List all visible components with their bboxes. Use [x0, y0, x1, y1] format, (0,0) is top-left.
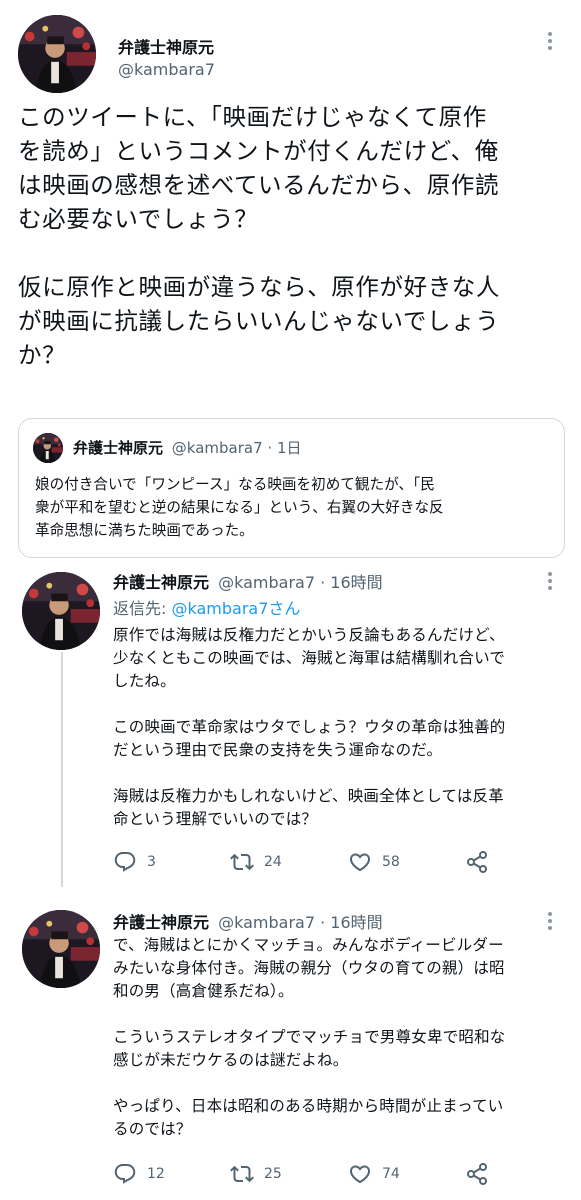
like-action[interactable]: 58 [348, 850, 400, 874]
reply-to-label: 返信先: [113, 599, 172, 618]
like-count: 58 [382, 854, 400, 870]
display-name[interactable]: 弁護士神原元 [113, 573, 209, 592]
like-icon [349, 1165, 371, 1184]
retweet-count: 24 [264, 854, 282, 870]
main-tweet: 弁護士神原元 @kambara7 このツイートに、「映画だけじゃなくて原作 を読… [0, 0, 581, 415]
quoted-tweet[interactable]: 弁護士神原元 @kambara7 · 1日 娘の付き合いで「ワンピース」なる映画… [18, 418, 565, 558]
tweet-text: で、海賊はとにかくマッチョ。みんなボディービルダー みたいな身体付き。海賊の親分… [113, 936, 506, 1138]
like-action[interactable]: 74 [348, 1162, 400, 1186]
share-icon [467, 851, 487, 873]
share-icon [467, 1163, 487, 1185]
reply-action[interactable]: 12 [113, 1162, 165, 1186]
retweet-count: 25 [264, 1166, 282, 1182]
avatar[interactable] [22, 572, 100, 650]
handle-time[interactable]: @kambara7 · 16時間 [218, 913, 383, 932]
display-name[interactable]: 弁護士神原元 [118, 34, 214, 58]
reply-header: 弁護士神原元 @kambara7 · 16時間 [113, 909, 383, 933]
tweet-text: 原作では海賊は反権力だとかいう反論もあるんだけど、 少なくともこの映画では、海賊… [113, 626, 506, 828]
reply-to-link[interactable]: @kambara7さん [171, 599, 300, 618]
avatar[interactable] [22, 910, 100, 988]
handle-time: @kambara7 · 1日 [171, 439, 302, 457]
avatar [33, 433, 63, 463]
like-count: 74 [382, 1166, 400, 1182]
avatar[interactable] [18, 15, 96, 93]
tweet-text: このツイートに、「映画だけじゃなくて原作 を読め」というコメントが付くんだけど、… [18, 103, 500, 369]
handle[interactable]: @kambara7 [118, 60, 215, 79]
like-icon [349, 853, 371, 872]
reply-to-line: 返信先: @kambara7さん [113, 595, 300, 619]
share-action[interactable] [465, 1162, 499, 1186]
reply-header: 弁護士神原元 @kambara7 · 16時間 [113, 569, 383, 593]
quote-text: 娘の付き合いで「ワンピース」なる映画を初めて観たが、「民 衆が平和を望むと逆の結… [35, 476, 444, 539]
more-icon[interactable] [548, 912, 552, 933]
display-name: 弁護士神原元 [73, 439, 164, 457]
reply-count: 3 [147, 854, 156, 870]
retweet-action[interactable]: 25 [230, 1162, 282, 1186]
more-icon[interactable] [548, 572, 552, 593]
quote-header: 弁護士神原元 @kambara7 · 1日 [73, 437, 302, 458]
retweet-icon [230, 853, 254, 871]
more-icon[interactable] [548, 32, 552, 53]
reply-count: 12 [147, 1166, 165, 1182]
display-name[interactable]: 弁護士神原元 [113, 913, 209, 932]
retweet-action[interactable]: 24 [230, 850, 282, 874]
reply-icon [114, 1164, 136, 1184]
handle-time[interactable]: @kambara7 · 16時間 [218, 573, 383, 592]
reply-action[interactable]: 3 [113, 850, 156, 874]
reply-icon [114, 852, 136, 872]
share-action[interactable] [465, 850, 499, 874]
reply-tweet-2: 弁護士神原元 @kambara7 · 16時間 で、海賊はとにかくマッチョ。みん… [0, 900, 581, 1200]
retweet-icon [230, 1165, 254, 1183]
reply-tweet-1: 弁護士神原元 @kambara7 · 16時間 返信先: @kambara7さん… [0, 560, 581, 890]
